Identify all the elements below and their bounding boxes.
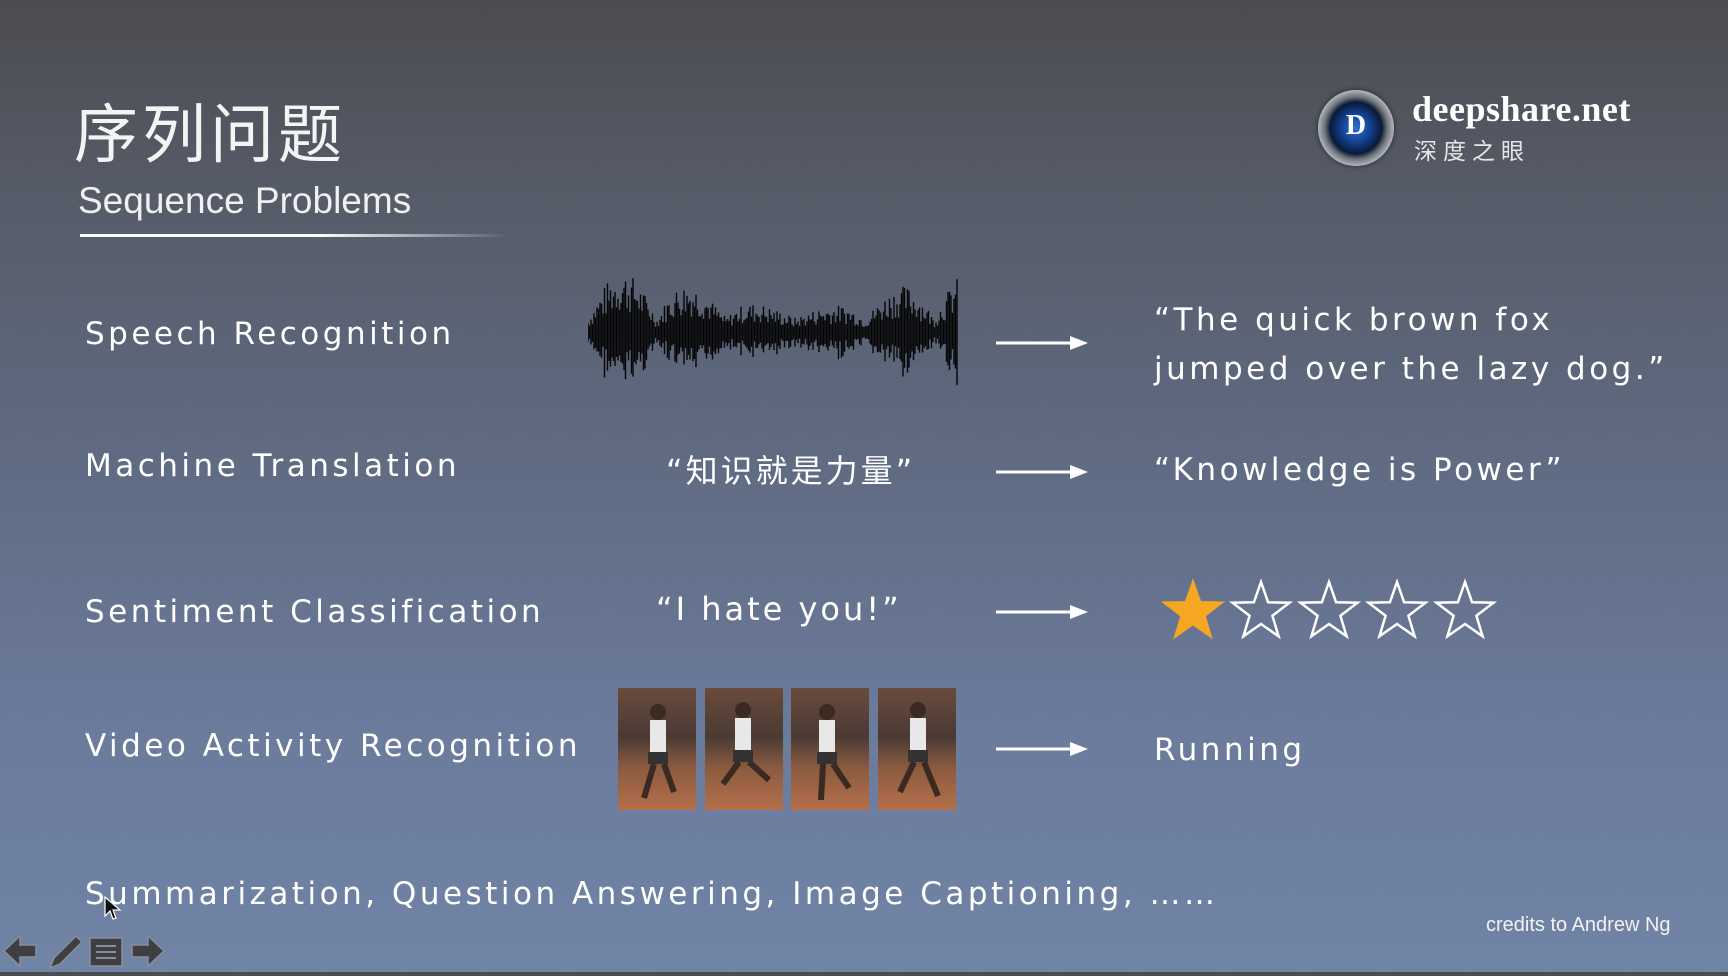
star-filled-icon bbox=[1162, 578, 1226, 640]
row-label-speech-recognition: Speech Recognition bbox=[85, 316, 455, 352]
arrow-right-icon bbox=[996, 336, 1088, 350]
row-label-video-activity-recognition: Video Activity Recognition bbox=[85, 728, 582, 764]
video-frame-2 bbox=[705, 688, 783, 810]
arrow-left-icon[interactable] bbox=[0, 930, 40, 972]
slide-title-chinese: 序列问题 bbox=[74, 99, 346, 173]
eye-logo-icon: D bbox=[1318, 90, 1394, 166]
speech-output-text: “The quick brown fox jumped over the laz… bbox=[1154, 296, 1668, 394]
translation-output-text: “Knowledge is Power” bbox=[1154, 452, 1566, 488]
translation-input-text: “知识就是力量” bbox=[666, 452, 916, 490]
star-empty-icon bbox=[1228, 578, 1294, 640]
presentation-controls bbox=[0, 930, 180, 972]
logo-name: deepshare.net bbox=[1412, 89, 1631, 129]
pen-icon[interactable] bbox=[44, 930, 84, 972]
logo-mark-letter: D bbox=[1345, 110, 1367, 141]
sentiment-input-text: “I hate you!” bbox=[656, 590, 902, 628]
mouse-cursor-icon bbox=[104, 896, 122, 920]
logo-subtitle: 深度之眼 bbox=[1414, 139, 1530, 165]
arrow-right-icon[interactable] bbox=[128, 930, 168, 972]
row-label-sentiment-classification: Sentiment Classification bbox=[85, 594, 545, 630]
slide: 序列问题 Sequence Problems D deepshare.net 深… bbox=[0, 0, 1728, 972]
star-empty-icon bbox=[1432, 578, 1498, 640]
audio-waveform-icon bbox=[588, 278, 958, 386]
row-label-machine-translation: Machine Translation bbox=[85, 448, 461, 484]
video-frame-3 bbox=[791, 688, 869, 810]
star-empty-icon bbox=[1296, 578, 1362, 640]
speech-output-line-2: jumped over the lazy dog.” bbox=[1154, 351, 1668, 387]
credits-text: credits to Andrew Ng bbox=[1486, 914, 1671, 936]
activity-output-text: Running bbox=[1154, 732, 1306, 768]
arrow-right-icon bbox=[996, 465, 1088, 479]
video-frame-4 bbox=[878, 688, 956, 810]
arrow-right-icon bbox=[996, 605, 1088, 619]
title-underline bbox=[80, 234, 510, 237]
menu-icon[interactable] bbox=[86, 930, 126, 972]
speech-output-line-1: “The quick brown fox bbox=[1154, 302, 1554, 338]
video-frame-1 bbox=[618, 688, 696, 810]
other-sequence-tasks-text: Summarization, Question Answering, Image… bbox=[85, 876, 1219, 912]
arrow-right-icon bbox=[996, 742, 1088, 756]
star-rating bbox=[1162, 578, 1498, 640]
deepshare-logo: D deepshare.net 深度之眼 bbox=[1318, 88, 1648, 168]
star-empty-icon bbox=[1364, 578, 1430, 640]
slide-title-english: Sequence Problems bbox=[78, 180, 412, 221]
video-frames bbox=[618, 688, 958, 810]
